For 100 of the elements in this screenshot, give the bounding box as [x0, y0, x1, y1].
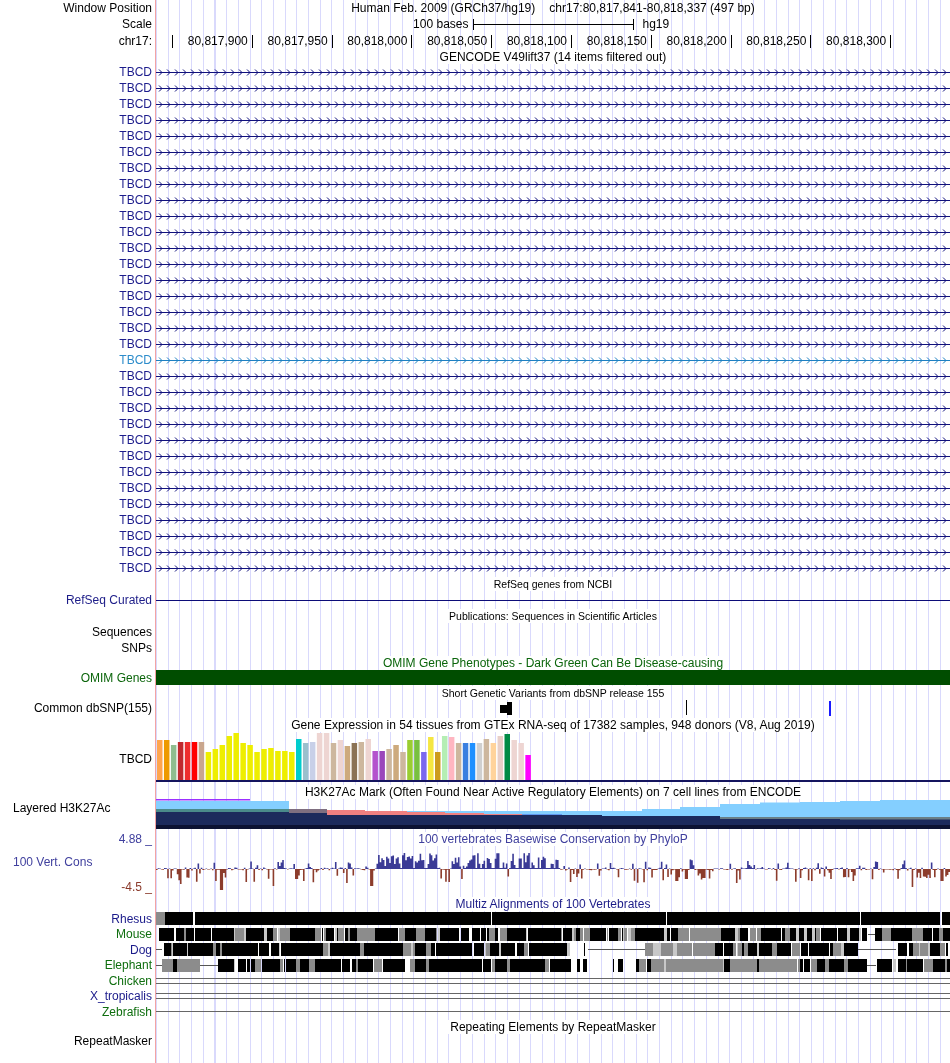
track-label[interactable]: Layered H3K27Ac	[13, 801, 111, 815]
gene-label[interactable]: TBCD	[119, 561, 152, 575]
transcript-line[interactable]	[156, 435, 950, 445]
transcript-line[interactable]	[156, 243, 950, 253]
track-label[interactable]: 100 Vert. Cons	[13, 855, 93, 869]
species-label[interactable]: Rhesus	[111, 911, 152, 926]
transcript-line[interactable]	[156, 467, 950, 477]
gene-label[interactable]: TBCD	[119, 465, 152, 479]
gene-label[interactable]: TBCD	[119, 513, 152, 527]
transcript-line[interactable]	[156, 419, 950, 429]
gene-label[interactable]: TBCD	[119, 129, 152, 143]
gene-label[interactable]: TBCD	[119, 401, 152, 415]
transcript-line[interactable]	[156, 179, 950, 189]
tissue-expression-bar[interactable]	[198, 742, 205, 780]
transcript-line[interactable]	[156, 195, 950, 205]
transcript-line[interactable]	[156, 499, 950, 509]
gene-label[interactable]: TBCD	[119, 529, 152, 543]
track-label[interactable]: TBCD	[119, 751, 152, 766]
tissue-expression-bar[interactable]	[170, 745, 177, 780]
transcript-line[interactable]	[156, 339, 950, 349]
transcript-line[interactable]	[156, 163, 950, 173]
gene-label[interactable]: TBCD	[119, 305, 152, 319]
gene-label[interactable]: TBCD	[119, 193, 152, 207]
gene-label[interactable]: TBCD	[119, 241, 152, 255]
gene-label[interactable]: TBCD	[119, 449, 152, 463]
gene-label[interactable]: TBCD	[119, 497, 152, 511]
gene-label[interactable]: TBCD	[119, 113, 152, 127]
track-label[interactable]: RefSeq Curated	[65, 593, 152, 607]
gene-label[interactable]: TBCD	[119, 273, 152, 287]
transcript-line[interactable]	[156, 483, 950, 493]
gene-label[interactable]: TBCD	[119, 337, 152, 351]
tissue-expression-bar[interactable]	[504, 734, 510, 780]
species-alignment-drawing[interactable]	[156, 912, 950, 926]
transcript-line[interactable]	[156, 115, 950, 125]
gene-label[interactable]: TBCD	[119, 145, 152, 159]
alignment-line-drawing[interactable]	[156, 977, 950, 984]
transcript-line[interactable]	[156, 83, 950, 93]
tissue-expression-bar[interactable]	[379, 751, 385, 780]
species-alignment-drawing[interactable]	[156, 943, 950, 957]
gene-label[interactable]: TBCD	[119, 177, 152, 191]
track-label[interactable]: Common dbSNP(155)	[33, 701, 152, 715]
tissue-expression-bar[interactable]	[177, 742, 184, 780]
transcript-line[interactable]	[156, 147, 950, 157]
tissue-expression-bar[interactable]	[351, 743, 358, 780]
species-label[interactable]: Elephant	[104, 958, 152, 973]
transcript-line[interactable]	[156, 451, 950, 461]
tissue-expression-bar[interactable]	[421, 752, 427, 780]
gene-label[interactable]: TBCD	[119, 257, 152, 271]
transcript-line[interactable]	[156, 515, 950, 525]
species-alignment-drawing[interactable]	[156, 927, 950, 941]
transcript-line[interactable]	[156, 403, 950, 413]
gene-label[interactable]: TBCD	[119, 81, 152, 95]
transcript-line[interactable]	[156, 275, 950, 285]
transcript-line[interactable]	[156, 371, 950, 381]
gene-label[interactable]: TBCD	[119, 97, 152, 111]
gene-label[interactable]: TBCD	[119, 369, 152, 383]
tissue-expression-bar[interactable]	[469, 743, 476, 780]
transcript-line[interactable]	[156, 531, 950, 541]
gene-label[interactable]: TBCD	[119, 321, 152, 335]
transcript-line[interactable]	[156, 99, 950, 109]
gene-label[interactable]: TBCD	[119, 417, 152, 431]
tissue-expression-bar[interactable]	[462, 743, 469, 780]
transcript-line[interactable]	[156, 599, 950, 601]
gene-label[interactable]: TBCD	[119, 65, 152, 79]
transcript-line[interactable]	[156, 131, 950, 141]
transcript-line[interactable]	[156, 67, 950, 77]
tissue-expression-bar[interactable]	[163, 740, 170, 780]
transcript-line[interactable]	[156, 227, 950, 237]
track-label[interactable]: Sequences	[91, 624, 152, 640]
gene-label[interactable]: TBCD	[119, 225, 152, 239]
tissue-expression-bar[interactable]	[372, 751, 378, 780]
track-label[interactable]: OMIM Genes	[80, 671, 152, 685]
tissue-expression-bar[interactable]	[191, 742, 198, 780]
variant-mark[interactable]	[500, 702, 512, 715]
transcript-line[interactable]	[156, 563, 950, 573]
track-label[interactable]: RepeatMasker	[73, 1034, 152, 1048]
gene-label[interactable]: TBCD	[119, 545, 152, 559]
tissue-expression-bar[interactable]	[344, 746, 351, 780]
species-label[interactable]: X_tropicalis	[89, 989, 152, 1004]
species-label[interactable]: Zebrafish	[101, 1004, 152, 1019]
transcript-line[interactable]	[156, 211, 950, 221]
alignment-line-drawing[interactable]	[156, 993, 950, 1000]
alignment-line[interactable]	[156, 1011, 950, 1013]
gene-label[interactable]: TBCD	[119, 481, 152, 495]
transcript-line[interactable]	[156, 387, 950, 397]
track-label[interactable]: SNPs	[121, 640, 152, 656]
transcript-line[interactable]	[156, 307, 950, 317]
transcript-line[interactable]	[156, 259, 950, 269]
species-label[interactable]: Dog	[130, 942, 152, 957]
gene-label[interactable]: TBCD	[119, 161, 152, 175]
species-label[interactable]: Chicken	[108, 973, 152, 988]
gene-label[interactable]: TBCD	[119, 289, 152, 303]
gene-label[interactable]: TBCD	[119, 433, 152, 447]
species-alignment-drawing[interactable]	[156, 958, 950, 972]
gene-label[interactable]: TBCD	[119, 353, 152, 367]
gene-label[interactable]: TBCD	[119, 209, 152, 223]
transcript-line[interactable]	[156, 291, 950, 301]
gene-label[interactable]: TBCD	[119, 385, 152, 399]
tissue-expression-bar[interactable]	[184, 742, 191, 780]
species-label[interactable]: Mouse	[115, 927, 152, 942]
